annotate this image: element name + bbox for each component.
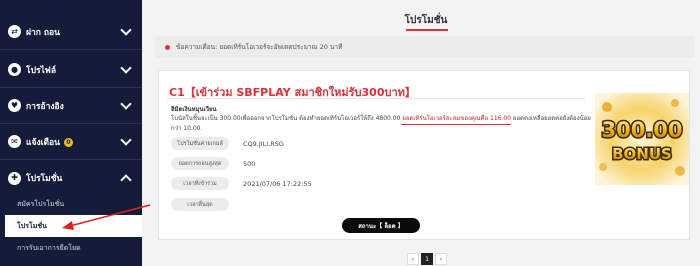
- banner-word-text: BONUS: [612, 145, 672, 163]
- info-label: เวลาที่เข้าร่วม: [171, 177, 229, 190]
- info-row-game-providers: โปรโมชั่นค่ายเกมส์ CQ9,JILI,RSG: [171, 137, 284, 150]
- chevron-down-icon: [120, 134, 132, 146]
- info-row-end-time: เวลาสิ้นสุด: [171, 198, 243, 211]
- sidebar-item-label: แจ้งเตือน 0: [26, 135, 73, 149]
- banner-amount-text: 300.00: [601, 118, 682, 142]
- chevron-down-icon: [120, 98, 132, 110]
- turnover-accumulated: ยอดเทิร์นโอเวอร์สะสมของคุณคือ 116.00: [402, 115, 511, 122]
- status-locked-button[interactable]: สถานะ【 ล็อค 】: [342, 218, 420, 233]
- next-page-button[interactable]: ›: [435, 253, 447, 265]
- sidebar-item-promotions[interactable]: ✚ โปรโมชั่น: [0, 160, 142, 196]
- promotion-card: C1【เข้าร่วม SBFPLAY สมาชิกใหม่รับ300บาท】…: [158, 70, 690, 240]
- info-label: โปรโมชั่นค่ายเกมส์: [171, 137, 229, 150]
- highlight-underline: [401, 124, 511, 125]
- info-value: 2021/07/06 17:22:55: [243, 179, 312, 188]
- app-root: ⇄ ฝาก ถอน ● โปรไฟล์ ♥ การอ้างอิง ✉ แจ้งเ…: [0, 0, 700, 266]
- sidebar-item-label: โปรโมชั่น: [26, 174, 63, 184]
- info-label: ยอดการถอนสูงสุด: [171, 157, 229, 170]
- alert-icon: [165, 44, 170, 50]
- turnover-text-part1: โบนัสในชิ้นจะเป็น 300.00เพื่อออกจากโปรโม…: [171, 115, 401, 122]
- sidebar-item-notifications[interactable]: ✉ แจ้งเตือน 0: [0, 124, 142, 160]
- notification-count-badge: 0: [63, 137, 73, 147]
- sidebar-item-profile[interactable]: ● โปรไฟล์: [0, 52, 142, 88]
- sidebar: ⇄ ฝาก ถอน ● โปรไฟล์ ♥ การอ้างอิง ✉ แจ้งเ…: [0, 0, 142, 266]
- page-1-button[interactable]: 1: [421, 253, 433, 265]
- prev-page-button[interactable]: ‹: [407, 253, 419, 265]
- info-row-join-time: เวลาที่เข้าร่วม 2021/07/06 17:22:55: [171, 177, 312, 190]
- sidebar-item-label: โปรไฟล์: [26, 65, 57, 76]
- turnover-description: โบนัสในชิ้นจะเป็น 300.00เพื่อออกจากโปรโม…: [171, 114, 591, 133]
- bonus-banner-image: 300.00 300.00 BONUS BONUS: [595, 93, 689, 185]
- heart-icon: ♥: [8, 99, 21, 112]
- mail-icon: ✉: [8, 135, 21, 148]
- exchange-icon: ⇄: [8, 25, 21, 38]
- divider: [167, 98, 585, 99]
- sidebar-item-label: การอ้างอิง: [26, 101, 64, 112]
- title-underline: [406, 29, 448, 31]
- turnover-heading: ลิมิตเงินหมุนเวียน: [171, 106, 217, 113]
- sidebar-subitem-apply-promotion[interactable]: สมัครโปรโมชั่น: [0, 193, 142, 215]
- sidebar-subitem-rebate[interactable]: การรับเอาการยืดโยด: [0, 237, 142, 259]
- chevron-up-icon: [120, 174, 132, 186]
- page-title: โปรโมชั่น: [404, 15, 448, 26]
- chevron-down-icon: [120, 24, 132, 36]
- notice-text: ข้อความเตือน: ยอดเทิร์นโอเวอร์จะอัพเดตปร…: [176, 43, 343, 51]
- sidebar-item-deposit-withdraw[interactable]: ⇄ ฝาก ถอน: [0, 14, 142, 50]
- info-value: 500: [243, 159, 256, 168]
- sidebar-item-referral[interactable]: ♥ การอ้างอิง: [0, 88, 142, 124]
- sidebar-subitem-promotions[interactable]: โปรโมชั่น: [5, 215, 142, 237]
- info-label: เวลาสิ้นสุด: [171, 198, 229, 211]
- user-icon: ●: [8, 63, 21, 76]
- sidebar-item-label: ฝาก ถอน: [26, 27, 60, 38]
- notice-bar: ข้อความเตือน: ยอดเทิร์นโอเวอร์จะอัพเดตปร…: [155, 36, 695, 58]
- chevron-down-icon: [120, 62, 132, 74]
- pagination: ‹ 1 ›: [407, 253, 447, 265]
- gift-icon: ✚: [8, 171, 21, 185]
- info-row-max-withdraw: ยอดการถอนสูงสุด 500: [171, 157, 255, 170]
- info-value: CQ9,JILI,RSG: [243, 139, 284, 148]
